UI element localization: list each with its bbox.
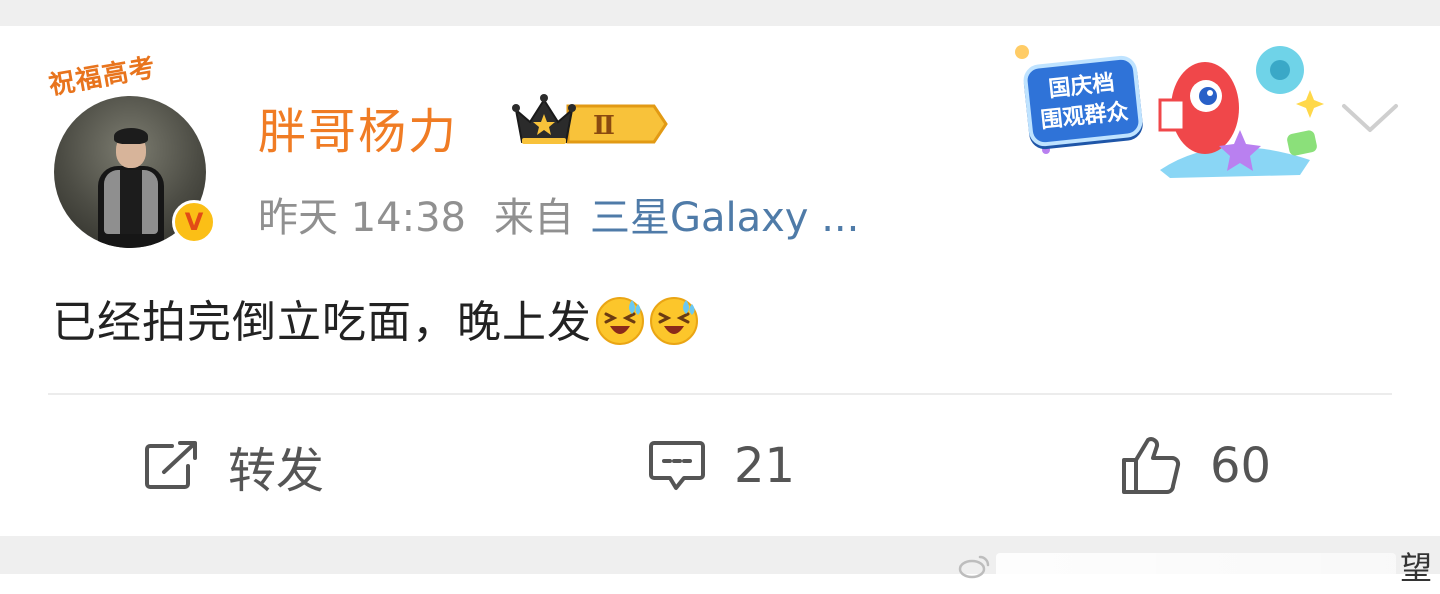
post-time: 昨天 14:38 bbox=[258, 195, 466, 241]
feed-gap-top bbox=[0, 0, 1440, 26]
post-meta: 昨天 14:38 来自 三星Galaxy ... bbox=[258, 185, 859, 243]
comment-count: 21 bbox=[734, 438, 796, 494]
like-count: 60 bbox=[1210, 438, 1272, 494]
action-divider bbox=[48, 393, 1392, 395]
like-button[interactable]: 60 bbox=[1120, 430, 1271, 502]
festival-badge: 国庆档 围观群众 bbox=[1022, 54, 1144, 148]
weibo-logo-icon bbox=[958, 555, 990, 579]
repost-button[interactable]: 转发 bbox=[142, 430, 324, 502]
thumbs-up-icon bbox=[1122, 437, 1181, 494]
avatar-pendant-text: 祝福高考 bbox=[46, 52, 159, 102]
post-text: 已经拍完倒立吃面，晚上发 bbox=[52, 286, 700, 350]
watermark-char: 望 bbox=[1400, 549, 1433, 587]
laugh-cry-emoji-icon bbox=[650, 297, 698, 345]
vip-level: Ⅱ bbox=[593, 111, 615, 141]
repost-icon bbox=[145, 441, 197, 489]
comment-icon bbox=[649, 441, 705, 490]
laugh-cry-emoji-icon bbox=[596, 297, 644, 345]
vip-crown-badge-icon[interactable]: Ⅱ bbox=[512, 92, 668, 148]
author-name[interactable]: 胖哥杨力 bbox=[258, 92, 458, 162]
post-text-body: 已经拍完倒立吃面，晚上发 bbox=[52, 297, 592, 348]
author-avatar[interactable]: 祝福高考 V bbox=[44, 52, 216, 248]
chevron-down-icon[interactable] bbox=[1340, 98, 1400, 138]
source-label: 来自 bbox=[494, 195, 574, 241]
comment-button[interactable]: 21 bbox=[648, 430, 795, 502]
weibo-watermark: 望 bbox=[958, 543, 1432, 589]
source-link[interactable]: 三星Galaxy ... bbox=[590, 195, 859, 241]
verified-badge-icon: V bbox=[172, 200, 216, 244]
repost-label: 转发 bbox=[228, 443, 325, 499]
